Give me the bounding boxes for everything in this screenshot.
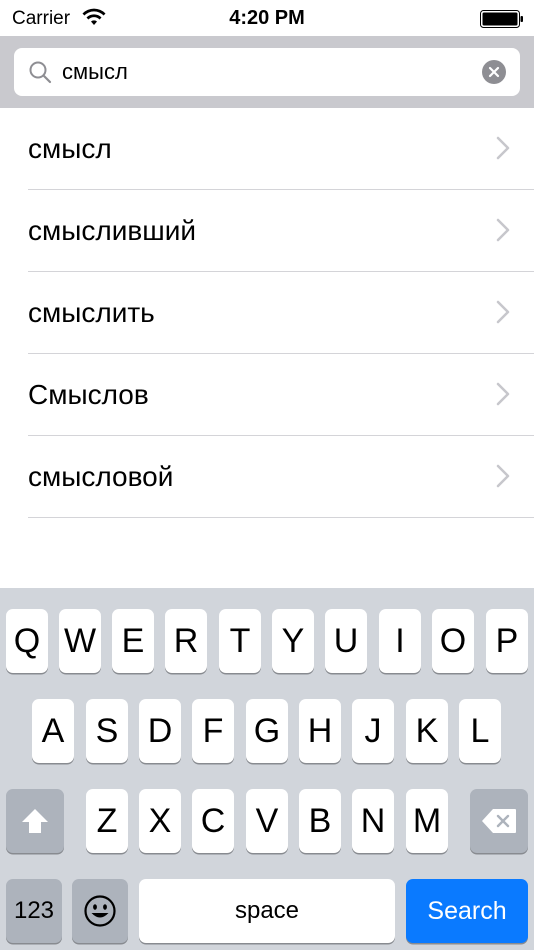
- key-l[interactable]: L: [459, 699, 501, 763]
- key-w[interactable]: W: [59, 609, 101, 673]
- key-h[interactable]: H: [299, 699, 341, 763]
- key-r[interactable]: R: [165, 609, 207, 673]
- chevron-right-icon: [496, 136, 510, 160]
- list-item-label: смыслить: [28, 297, 155, 328]
- search-input[interactable]: [62, 48, 472, 96]
- list-item[interactable]: смыслить: [0, 272, 534, 354]
- key-p[interactable]: P: [486, 609, 528, 673]
- list-item[interactable]: смысл: [0, 108, 534, 190]
- chevron-right-icon: [496, 218, 510, 242]
- search-icon: [29, 61, 52, 84]
- key-m[interactable]: M: [406, 789, 448, 853]
- list-item-label: смысливший: [28, 215, 196, 246]
- status-time: 4:20 PM: [229, 7, 305, 29]
- search-bar: [0, 36, 534, 108]
- list-item-label: смысл: [28, 133, 112, 164]
- key-y[interactable]: Y: [272, 609, 314, 673]
- divider: [28, 517, 534, 518]
- key-n[interactable]: N: [352, 789, 394, 853]
- numbers-key[interactable]: 123: [6, 879, 62, 943]
- search-field[interactable]: [14, 48, 520, 96]
- key-z[interactable]: Z: [86, 789, 128, 853]
- key-e[interactable]: E: [112, 609, 154, 673]
- key-k[interactable]: K: [406, 699, 448, 763]
- emoji-icon: [84, 895, 116, 927]
- key-a[interactable]: A: [32, 699, 74, 763]
- battery-icon: [480, 10, 523, 28]
- key-i[interactable]: I: [379, 609, 421, 673]
- shift-icon: [22, 809, 48, 833]
- key-s[interactable]: S: [86, 699, 128, 763]
- status-bar: Carrier 4:20 PM: [0, 0, 534, 36]
- results-list: смысл смысливший смыслить Смыслов смысло…: [0, 108, 534, 518]
- space-key[interactable]: space: [139, 879, 395, 943]
- key-x[interactable]: X: [139, 789, 181, 853]
- chevron-right-icon: [496, 382, 510, 406]
- clear-search-button[interactable]: [482, 60, 506, 84]
- list-item[interactable]: смысловой: [0, 436, 534, 518]
- key-g[interactable]: G: [246, 699, 288, 763]
- key-t[interactable]: T: [219, 609, 261, 673]
- chevron-right-icon: [496, 464, 510, 488]
- key-o[interactable]: O: [432, 609, 474, 673]
- emoji-key[interactable]: [72, 879, 128, 943]
- chevron-right-icon: [496, 300, 510, 324]
- key-b[interactable]: B: [299, 789, 341, 853]
- key-f[interactable]: F: [192, 699, 234, 763]
- list-item[interactable]: смысливший: [0, 190, 534, 272]
- list-item-label: смысловой: [28, 461, 174, 492]
- key-v[interactable]: V: [246, 789, 288, 853]
- shift-key[interactable]: [6, 789, 64, 853]
- key-q[interactable]: Q: [6, 609, 48, 673]
- key-u[interactable]: U: [325, 609, 367, 673]
- delete-key[interactable]: [470, 789, 528, 853]
- list-item[interactable]: Смыслов: [0, 354, 534, 436]
- keyboard: Q W E R T Y U I O P A S D F G H J K L Z …: [0, 588, 534, 950]
- close-icon: [488, 66, 500, 78]
- key-j[interactable]: J: [352, 699, 394, 763]
- key-c[interactable]: C: [192, 789, 234, 853]
- key-d[interactable]: D: [139, 699, 181, 763]
- backspace-icon: [482, 809, 516, 833]
- search-key[interactable]: Search: [406, 879, 528, 943]
- list-item-label: Смыслов: [28, 379, 149, 410]
